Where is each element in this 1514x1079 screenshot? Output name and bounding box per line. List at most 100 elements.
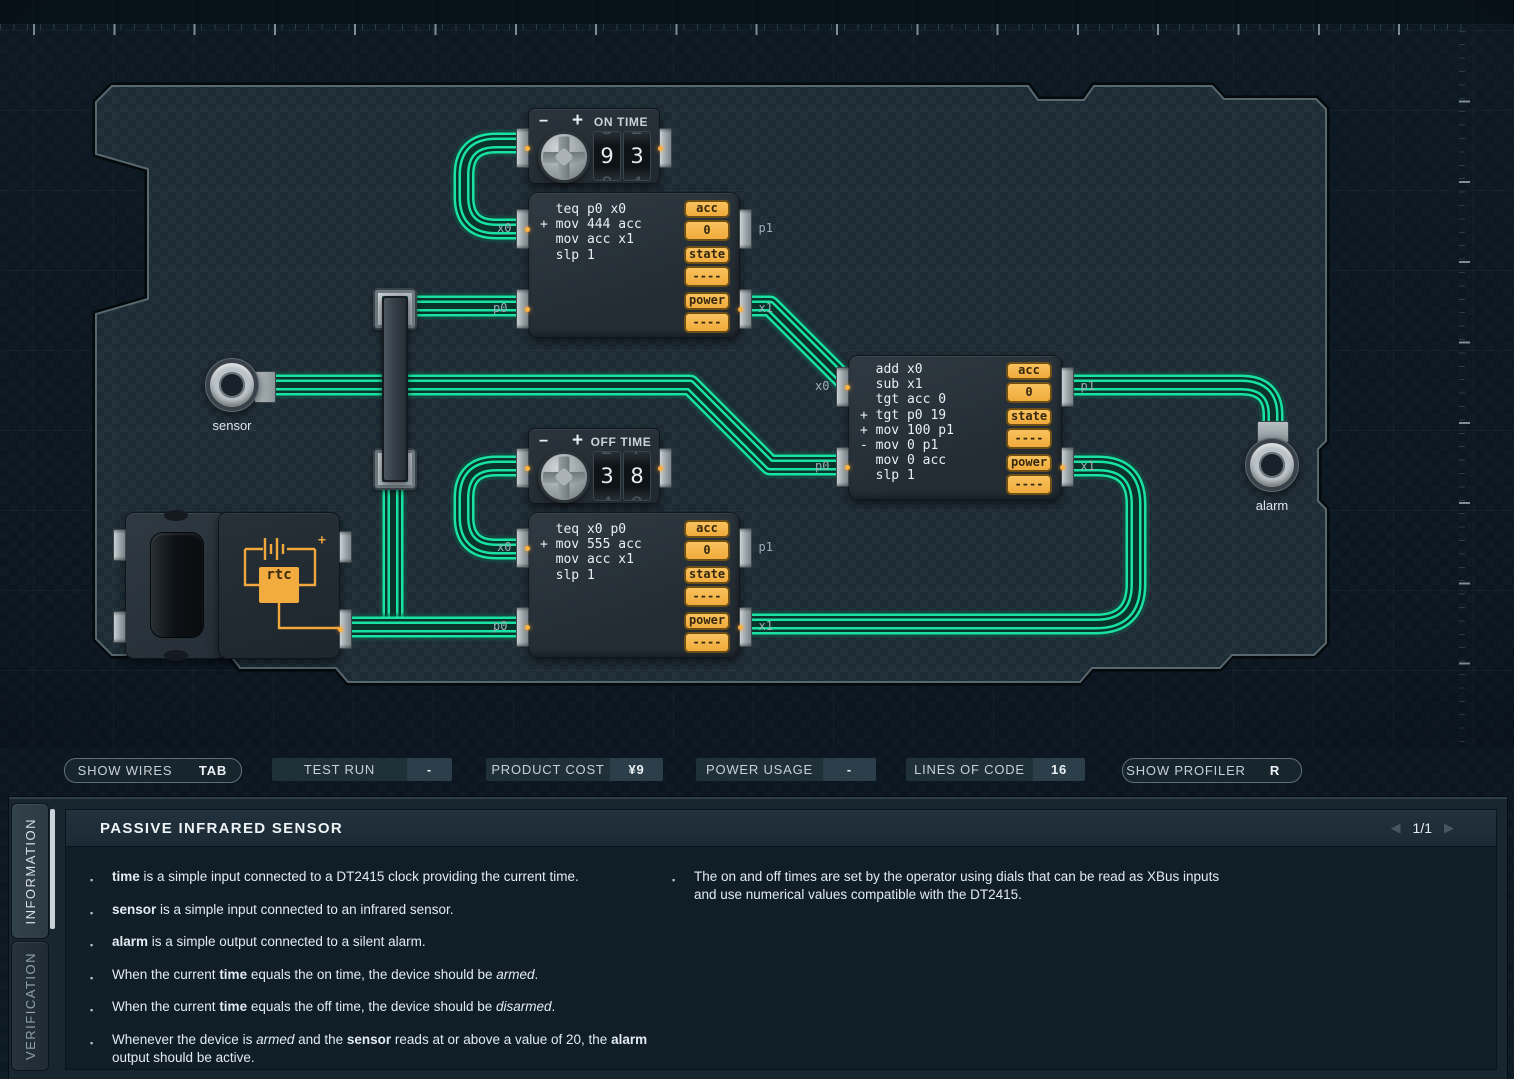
code-line: tgt acc 0	[860, 392, 954, 407]
dial-increment[interactable]: +	[572, 430, 583, 452]
bullet-marker: ▪	[90, 966, 112, 987]
chip-pin-x0[interactable]	[836, 367, 849, 407]
dial-pin-right[interactable]	[659, 128, 672, 168]
dial-decrement[interactable]: −	[539, 433, 548, 451]
on-time-dial[interactable]: − + ON TIME 8 9 0 2 3 4	[528, 108, 660, 184]
show-wires-button[interactable]: SHOW WIRES TAB	[64, 758, 242, 783]
chip-registers: acc0 state---- power----	[684, 520, 730, 658]
page-next-icon[interactable]: ▶	[1444, 820, 1454, 836]
svg-text:+: +	[318, 533, 326, 548]
tab-verification[interactable]: VERIFICATION	[11, 941, 49, 1071]
state-register-value: ----	[1006, 428, 1052, 449]
code-line: mov 0 acc	[860, 453, 954, 468]
alarm-terminal	[1245, 438, 1299, 492]
dial-knob[interactable]	[538, 451, 590, 503]
chip-code-editor[interactable]: teq p0 x0+ mov 444 acc mov acc x1 slp 1	[540, 202, 642, 263]
bullet-item: ▪The on and off times are set by the ope…	[672, 868, 1220, 904]
digit-wheel[interactable]: 7 8 9	[623, 451, 651, 501]
bullet-marker: ▪	[90, 933, 112, 954]
pin-label-p0: p0	[815, 459, 829, 473]
product-cost-indicator: PRODUCT COST ¥9	[486, 758, 663, 781]
lines-of-code-value: 16	[1033, 758, 1085, 781]
show-profiler-label: SHOW PROFILER	[1123, 759, 1249, 782]
chip-pin-x1[interactable]	[739, 607, 752, 647]
tab-scrollbar[interactable]	[50, 809, 55, 929]
digit-wheel[interactable]: 8 9 0	[593, 131, 621, 181]
power-usage-value: -	[823, 758, 876, 781]
test-run-label: TEST RUN	[272, 758, 407, 781]
state-register-value: ----	[684, 586, 730, 607]
show-profiler-hotkey: R	[1249, 759, 1301, 782]
code-line: teq x0 p0	[540, 522, 642, 537]
chip-pin-x1[interactable]	[739, 289, 752, 329]
bridge-ribbon-cable[interactable]	[382, 296, 408, 482]
test-run-button[interactable]: TEST RUN -	[272, 758, 452, 781]
chip-code-editor[interactable]: add x0 sub x1 tgt acc 0+ tgt p0 19+ mov …	[860, 362, 954, 484]
battery-holder	[125, 512, 227, 659]
code-line: + mov 100 p1	[860, 423, 954, 438]
show-profiler-button[interactable]: SHOW PROFILER R	[1122, 758, 1302, 783]
chip-pin-p0[interactable]	[516, 289, 529, 329]
page-prev-icon[interactable]: ◀	[1391, 820, 1401, 836]
battery	[150, 532, 204, 638]
bullet-item: ▪When the current time equals the on tim…	[90, 966, 656, 987]
code-line: sub x1	[860, 377, 954, 392]
chip-code-editor[interactable]: teq x0 p0+ mov 555 acc mov acc x1 slp 1	[540, 522, 642, 583]
pin-active-dot	[845, 385, 850, 390]
off-time-dial[interactable]: − + OFF TIME 2 3 4 7 8 9	[528, 428, 660, 504]
bullet-item: ▪When the current time equals the off ti…	[90, 998, 656, 1019]
bullet-text: sensor is a simple input connected to an…	[112, 901, 453, 922]
pin-label-x0: x0	[815, 379, 829, 393]
pin-active-dot	[338, 627, 343, 632]
sensor-label: sensor	[192, 418, 272, 433]
lines-of-code-indicator: LINES OF CODE 16	[906, 758, 1085, 781]
pin-active-dot	[845, 465, 850, 470]
dial-pin-left[interactable]	[516, 128, 529, 168]
code-line: slp 1	[860, 468, 954, 483]
chip-pin-x0[interactable]	[516, 528, 529, 568]
state-register-label: state	[684, 246, 730, 264]
chip-pin-p1[interactable]	[1061, 367, 1074, 407]
clock-pin-left-bottom[interactable]	[113, 611, 126, 643]
chip-pin-p0[interactable]	[836, 447, 849, 487]
dial-title: ON TIME	[587, 115, 655, 129]
page-indicator: 1/1	[1413, 820, 1432, 836]
microcontroller-chip-2[interactable]: add x0 sub x1 tgt acc 0+ tgt p0 19+ mov …	[848, 355, 1062, 500]
code-line: slp 1	[540, 568, 642, 583]
dial-pin-right[interactable]	[659, 448, 672, 488]
clock-pin-right-bottom[interactable]	[339, 609, 352, 649]
power-register-value: ----	[1006, 474, 1052, 495]
microcontroller-chip-1[interactable]: teq p0 x0+ mov 444 acc mov acc x1 slp 1 …	[528, 192, 740, 338]
tab-information[interactable]: INFORMATION	[11, 803, 49, 939]
chip-pin-p1[interactable]	[739, 209, 752, 249]
dial-knob[interactable]	[538, 131, 590, 183]
bullet-text: Whenever the device is armed and the sen…	[112, 1031, 656, 1067]
chip-pin-x1[interactable]	[1061, 447, 1074, 487]
digit-wheel[interactable]: 2 3 4	[623, 131, 651, 181]
acc-register-label: acc	[1006, 362, 1052, 380]
power-register-label: power	[1006, 454, 1052, 472]
shenzhen-io-workspace: sensor alarm + rtc − + ON TI	[0, 0, 1514, 1079]
bullet-marker: ▪	[90, 1031, 112, 1067]
chip-pin-x0[interactable]	[516, 209, 529, 249]
chip-pin-p1[interactable]	[739, 528, 752, 568]
pin-active-dot	[1060, 465, 1065, 470]
clock-pin-right-top[interactable]	[339, 531, 352, 563]
dial-increment[interactable]: +	[572, 110, 583, 132]
microcontroller-chip-3[interactable]: teq x0 p0+ mov 555 acc mov acc x1 slp 1 …	[528, 512, 740, 658]
chip-pin-p0[interactable]	[516, 607, 529, 647]
acc-register-value: 0	[684, 540, 730, 561]
digit-wheel[interactable]: 2 3 4	[593, 451, 621, 501]
bullet-text: The on and off times are set by the oper…	[694, 868, 1220, 904]
dial-pin-left[interactable]	[516, 448, 529, 488]
dial-decrement[interactable]: −	[539, 113, 548, 131]
clock-pin-left-top[interactable]	[113, 529, 126, 561]
power-register-label: power	[684, 292, 730, 310]
pin-label-p1: p1	[759, 221, 773, 235]
pin-label-x0: x0	[497, 540, 511, 554]
lines-of-code-label: LINES OF CODE	[906, 758, 1033, 781]
pin-label-p0: p0	[493, 619, 507, 633]
pin-label-x1: x1	[1081, 459, 1095, 473]
pin-label-x1: x1	[759, 301, 773, 315]
page-navigator: ◀ 1/1 ▶	[1391, 820, 1454, 836]
